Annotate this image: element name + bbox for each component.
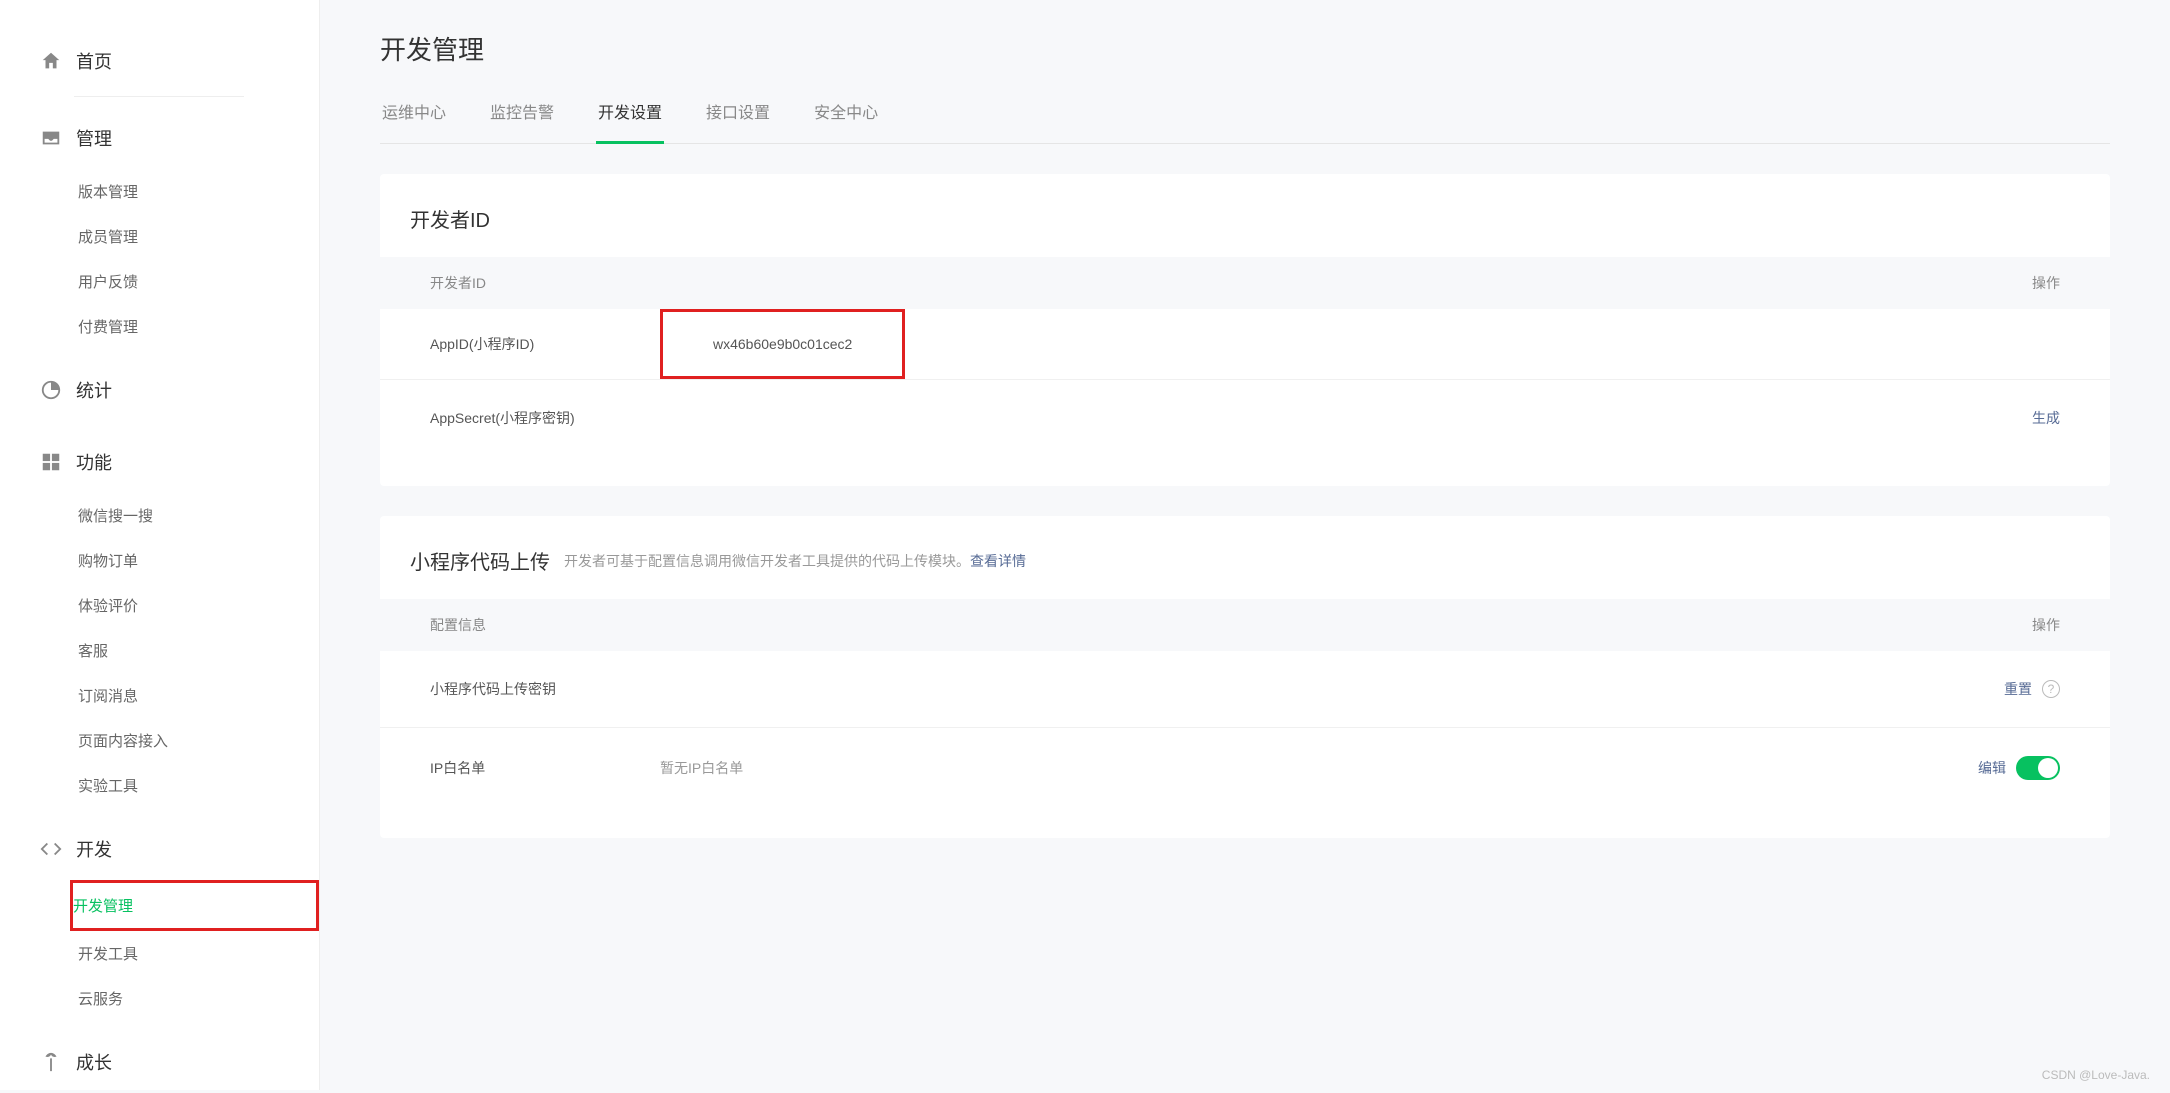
nav-sub-version[interactable]: 版本管理: [78, 169, 319, 214]
tab-api[interactable]: 接口设置: [704, 87, 772, 144]
nav-sub-payment[interactable]: 付费管理: [78, 304, 319, 349]
tabs: 运维中心 监控告警 开发设置 接口设置 安全中心: [380, 87, 2110, 144]
nav-growth-label: 成长: [76, 1049, 112, 1075]
help-icon[interactable]: ?: [2042, 680, 2060, 698]
tab-monitor[interactable]: 监控告警: [488, 87, 556, 144]
nav-sub-subscribe[interactable]: 订阅消息: [78, 673, 319, 718]
th-label: 开发者ID: [430, 273, 1960, 293]
row-upload-key: 小程序代码上传密钥 重置 ?: [380, 651, 2110, 728]
nav-sub-service[interactable]: 客服: [78, 628, 319, 673]
main-content: 开发管理 运维中心 监控告警 开发设置 接口设置 安全中心 开发者ID 开发者I…: [320, 0, 2170, 1090]
nav-sub-pagecontent[interactable]: 页面内容接入: [78, 718, 319, 763]
page-title: 开发管理: [380, 30, 2110, 67]
th-action: 操作: [1960, 273, 2060, 293]
nav-manage-label: 管理: [76, 125, 112, 151]
table-header: 开发者ID 操作: [380, 257, 2110, 309]
nav-home-label: 首页: [76, 48, 112, 74]
nav-sub-members[interactable]: 成员管理: [78, 214, 319, 259]
nav-sub-feedback[interactable]: 用户反馈: [78, 259, 319, 304]
row-appid: AppID(小程序ID) wx46b60e9b0c01cec2: [380, 309, 2110, 380]
nav-stats-label: 统计: [76, 377, 112, 403]
watermark: CSDN @Love-Java.: [2042, 1068, 2150, 1082]
nav-manage[interactable]: 管理: [40, 107, 319, 169]
inbox-icon: [40, 127, 62, 149]
nav-sub-experiment[interactable]: 实验工具: [78, 763, 319, 808]
nav-features[interactable]: 功能: [40, 431, 319, 493]
sidebar: 首页 管理 版本管理 成员管理 用户反馈 付费管理: [0, 0, 320, 1090]
tab-ops[interactable]: 运维中心: [380, 87, 448, 144]
upload-key-label: 小程序代码上传密钥: [430, 679, 660, 699]
nav-features-label: 功能: [76, 449, 112, 475]
generate-link[interactable]: 生成: [2032, 408, 2060, 428]
card-code-upload: 小程序代码上传 开发者可基于配置信息调用微信开发者工具提供的代码上传模块。查看详…: [380, 516, 2110, 838]
edit-link[interactable]: 编辑: [1978, 758, 2006, 778]
card-devid-title: 开发者ID: [410, 204, 490, 233]
nav-sub-devmanage[interactable]: 开发管理: [70, 880, 319, 931]
appid-label: AppID(小程序ID): [430, 334, 660, 354]
table-header-upload: 配置信息 操作: [380, 599, 2110, 651]
detail-link[interactable]: 查看详情: [970, 553, 1026, 569]
nav-sub-cloud[interactable]: 云服务: [78, 976, 319, 1021]
nav-growth[interactable]: 成长: [40, 1031, 319, 1093]
divider: [74, 96, 244, 97]
nav-sub-devtools[interactable]: 开发工具: [78, 931, 319, 976]
appsecret-label: AppSecret(小程序密钥): [430, 408, 660, 428]
code-icon: [40, 838, 62, 860]
ip-label: IP白名单: [430, 758, 660, 778]
tab-devsettings[interactable]: 开发设置: [596, 87, 664, 144]
chart-icon: [40, 379, 62, 401]
th-config: 配置信息: [430, 615, 1960, 635]
row-appsecret: AppSecret(小程序密钥) 生成: [380, 380, 2110, 456]
reset-link[interactable]: 重置: [2004, 679, 2032, 699]
nav-dev-label: 开发: [76, 836, 112, 862]
plant-icon: [40, 1051, 62, 1073]
card-upload-subtitle: 开发者可基于配置信息调用微信开发者工具提供的代码上传模块。查看详情: [564, 551, 1026, 571]
appid-value: wx46b60e9b0c01cec2: [660, 309, 905, 379]
nav-sub-search[interactable]: 微信搜一搜: [78, 493, 319, 538]
nav-sub-review[interactable]: 体验评价: [78, 583, 319, 628]
nav-stats[interactable]: 统计: [40, 359, 319, 421]
card-developer-id: 开发者ID 开发者ID 操作 AppID(小程序ID) wx46b60e9b0c…: [380, 174, 2110, 486]
ip-value: 暂无IP白名单: [660, 758, 1978, 778]
nav-home[interactable]: 首页: [40, 30, 319, 92]
card-upload-title: 小程序代码上传: [410, 546, 550, 575]
row-ip-whitelist: IP白名单 暂无IP白名单 编辑: [380, 728, 2110, 808]
nav-dev[interactable]: 开发: [40, 818, 319, 880]
nav-sub-orders[interactable]: 购物订单: [78, 538, 319, 583]
tab-security[interactable]: 安全中心: [812, 87, 880, 144]
home-icon: [40, 50, 62, 72]
ip-toggle[interactable]: [2016, 756, 2060, 780]
th-action2: 操作: [1960, 615, 2060, 635]
grid-icon: [40, 451, 62, 473]
